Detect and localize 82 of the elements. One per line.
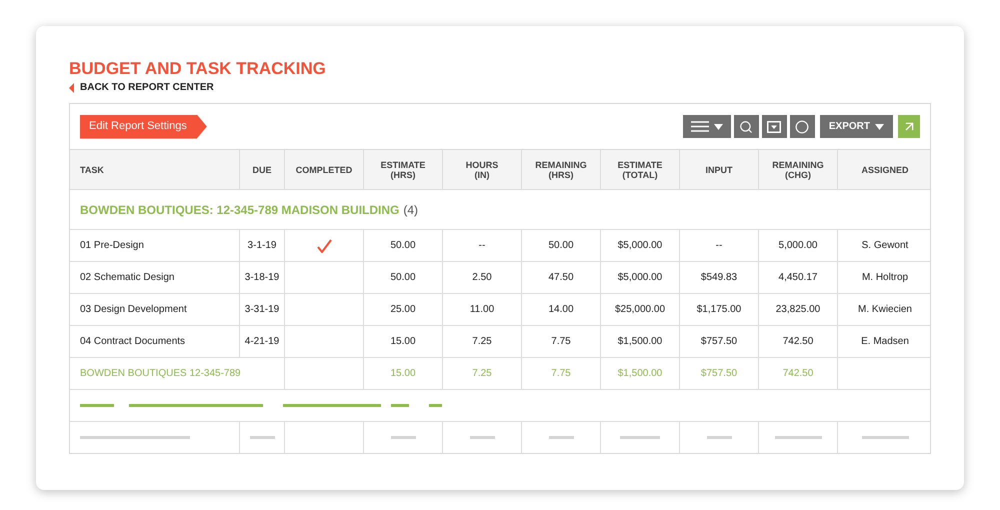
task-cell: 02 Schematic Design	[70, 262, 240, 293]
menu-button[interactable]	[682, 115, 731, 138]
page-title: BUDGET AND TASK TRACKING	[69, 59, 327, 79]
task-cell: 01 Pre-Design	[70, 230, 240, 261]
table-cell: $5,000.00	[601, 262, 680, 293]
task-cell: 03 Design Development	[70, 294, 240, 325]
circle-button[interactable]	[790, 115, 815, 138]
table-cell: 50.00	[364, 262, 443, 293]
table-cell: $1,500.00	[601, 326, 680, 357]
table-cell: --	[680, 230, 759, 261]
table-cell: 4,450.17	[759, 262, 838, 293]
dropdown-button[interactable]	[762, 115, 787, 138]
subtotal-cell: 15.00	[364, 358, 443, 389]
table-cell: 23,825.00	[759, 294, 838, 325]
due-cell: 4-21-19	[240, 326, 285, 357]
due-cell: 3-18-19	[240, 262, 285, 293]
placeholder-bar	[620, 436, 660, 439]
search-button[interactable]	[734, 115, 759, 138]
check-icon	[316, 238, 332, 252]
placeholder-bar	[429, 404, 442, 407]
column-header: ASSIGNED	[860, 164, 910, 176]
table-cell: --	[443, 230, 522, 261]
table-cell: 15.00	[364, 326, 443, 357]
placeholder-bar	[250, 436, 274, 439]
column-header: REMAINING (CHG)	[759, 150, 838, 189]
table-cell: 742.50	[759, 326, 838, 357]
search-icon	[739, 120, 754, 134]
assignee-cell-text: M. Holtrop	[860, 271, 910, 285]
edit-settings-button[interactable]: Edit Report Settings	[80, 114, 207, 138]
placeholder-bar	[470, 436, 494, 439]
back-link[interactable]: BACK TO REPORT CENTER	[80, 80, 214, 95]
circle-icon	[795, 120, 810, 134]
placeholder-bar	[548, 436, 574, 439]
placeholder-bar	[774, 436, 822, 439]
column-header: DUE	[240, 150, 285, 189]
placeholder-bar	[390, 436, 416, 439]
caret-icon	[714, 124, 723, 130]
menu-icon	[690, 121, 709, 132]
table-cell: 5,000.00	[759, 230, 838, 261]
assignee-cell-text: S. Gewont	[860, 239, 910, 253]
table-cell: 7.25	[443, 326, 522, 357]
placeholder-bar	[862, 436, 908, 439]
subtotal-cell: 7.25	[443, 358, 522, 389]
placeholder-bar	[706, 436, 732, 439]
placeholder-bar	[80, 404, 114, 407]
assignee-cell-text: E. Madsen	[860, 335, 910, 349]
table-cell: $25,000.00	[601, 294, 680, 325]
table-cell: $1,175.00	[680, 294, 759, 325]
group-count: (4)	[403, 202, 418, 218]
column-header: ESTIMATE (TOTAL)	[601, 150, 680, 189]
column-header: HOURS (IN)	[443, 150, 522, 189]
table-cell: 2.50	[443, 262, 522, 293]
table-cell: 47.50	[522, 262, 601, 293]
table-cell: 11.00	[443, 294, 522, 325]
placeholder-bar	[391, 404, 409, 407]
column-header: ESTIMATE (HRS)	[364, 150, 443, 189]
assignee-cell-text: M. Kwiecien	[857, 303, 913, 317]
table-cell: 14.00	[522, 294, 601, 325]
due-cell: 3-31-19	[240, 294, 285, 325]
table-cell: $5,000.00	[601, 230, 680, 261]
due-cell: 3-1-19	[240, 230, 285, 261]
table-cell: $757.50	[680, 326, 759, 357]
table-cell: 7.75	[522, 326, 601, 357]
table-cell: 50.00	[364, 230, 443, 261]
subtotal-label: BOWDEN BOUTIQUES 12-345-789	[70, 358, 285, 389]
subtotal-cell: 742.50	[759, 358, 838, 389]
group-title: BOWDEN BOUTIQUES: 12-345-789 MADISON BUILDING	[80, 202, 400, 218]
subtotal-cell: $757.50	[680, 358, 759, 389]
column-header: TASK	[70, 150, 240, 189]
caret-icon	[875, 124, 884, 130]
dropdown-box-icon	[767, 120, 782, 132]
table-cell: 25.00	[364, 294, 443, 325]
export-button[interactable]: EXPORT	[820, 115, 893, 138]
column-header: COMPLETED	[285, 150, 364, 189]
back-arrow-icon	[69, 82, 74, 92]
table-cell: 50.00	[522, 230, 601, 261]
subtotal-cell: $1,500.00	[601, 358, 680, 389]
table-cell: $549.83	[680, 262, 759, 293]
column-header: REMAINING (HRS)	[522, 150, 601, 189]
column-header: INPUT	[680, 150, 759, 189]
task-cell: 04 Contract Documents	[70, 326, 240, 357]
subtotal-cell: 7.75	[522, 358, 601, 389]
